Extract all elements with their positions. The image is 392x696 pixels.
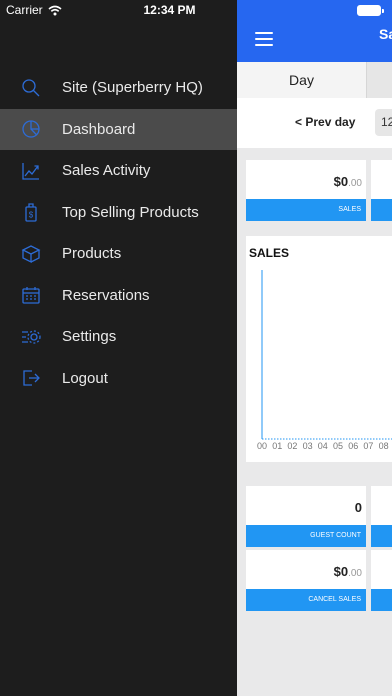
menu-item-label: Settings: [62, 328, 117, 346]
status-time: 12:34 PM: [143, 3, 196, 17]
x-tick-label: 05: [333, 441, 343, 451]
cancel-sales-value: $0.00: [333, 564, 362, 579]
status-bar: Carrier 12:34 PM: [0, 0, 392, 20]
next-card-3[interactable]: [371, 550, 392, 611]
menu-item-logout[interactable]: Logout: [0, 358, 237, 400]
sales-chart-plot: 00 01 02 03 04 05 06 07 08: [257, 270, 392, 451]
cancel-sales-label: CANCEL SALES: [246, 589, 366, 611]
drawer-menu: Site (Superberry HQ) Dashboard Sales Act…: [0, 67, 237, 399]
menu-item-products[interactable]: Products: [0, 233, 237, 275]
guest-count-label: GUEST COUNT: [246, 525, 366, 547]
trend-chart-icon: [21, 161, 41, 181]
next-card-2[interactable]: [371, 486, 392, 547]
next-card-3-bar: [371, 589, 392, 611]
sales-card[interactable]: $0.00 SALES: [246, 160, 366, 221]
menu-item-reservations[interactable]: Reservations: [0, 275, 237, 317]
menu-item-label: Sales Activity: [62, 162, 151, 180]
cancel-sales-card[interactable]: $0.00 CANCEL SALES: [246, 550, 366, 611]
period-tabs: Day: [237, 62, 392, 98]
svg-text:$: $: [29, 211, 34, 220]
search-icon: [21, 78, 41, 98]
box-icon: [21, 244, 41, 264]
next-card-2-bar: [371, 525, 392, 547]
menu-item-site[interactable]: Site (Superberry HQ): [0, 67, 237, 109]
navigation-drawer: Site (Superberry HQ) Dashboard Sales Act…: [0, 0, 237, 696]
menu-item-label: Dashboard: [62, 120, 136, 138]
battery-icon: [357, 5, 384, 16]
x-tick-label: 04: [318, 441, 328, 451]
menu-item-sales-activity[interactable]: Sales Activity: [0, 150, 237, 192]
menu-item-label: Site (Superberry HQ): [62, 79, 203, 97]
sales-value: $0.00: [333, 174, 362, 189]
dashboard-panel: Sa Day < Prev day 12 $0.00 SALES SALES 0…: [237, 0, 392, 696]
menu-item-settings[interactable]: Settings: [0, 316, 237, 358]
calendar-icon: [21, 285, 41, 305]
sales-chart: SALES 00 01 02 03 04 05 06 07 08: [246, 236, 392, 462]
pie-chart-icon: [21, 119, 41, 139]
next-card[interactable]: [371, 160, 392, 221]
prev-day-button[interactable]: < Prev day: [295, 115, 355, 129]
page-title: Sa: [379, 26, 392, 42]
menu-item-label: Logout: [62, 369, 108, 387]
menu-item-dashboard[interactable]: Dashboard: [0, 108, 237, 150]
x-tick-label: 01: [272, 441, 282, 451]
menu-item-top-selling-products[interactable]: $ Top Selling Products: [0, 192, 237, 234]
settings-gear-icon: [21, 327, 41, 347]
next-card-bar: [371, 199, 392, 221]
x-tick-label: 06: [348, 441, 358, 451]
x-tick-label: 00: [257, 441, 267, 451]
x-tick-label: 02: [287, 441, 297, 451]
menu-item-label: Top Selling Products: [62, 203, 199, 221]
tab-next-period[interactable]: [366, 62, 392, 98]
x-tick-label: 08: [379, 441, 389, 451]
guest-count-card[interactable]: 0 GUEST COUNT: [246, 486, 366, 547]
tab-day[interactable]: Day: [237, 62, 366, 98]
date-selector[interactable]: 12: [375, 109, 392, 136]
x-tick-label: 03: [303, 441, 313, 451]
sales-label: SALES: [246, 199, 366, 221]
guest-count-value: 0: [354, 500, 362, 515]
price-tag-icon: $: [21, 202, 41, 222]
logout-icon: [21, 368, 41, 388]
x-tick-label: 07: [363, 441, 373, 451]
menu-item-label: Products: [62, 245, 122, 263]
hamburger-menu-icon[interactable]: [255, 32, 273, 46]
menu-item-label: Reservations: [62, 286, 150, 304]
date-navigator: < Prev day 12: [237, 98, 392, 148]
